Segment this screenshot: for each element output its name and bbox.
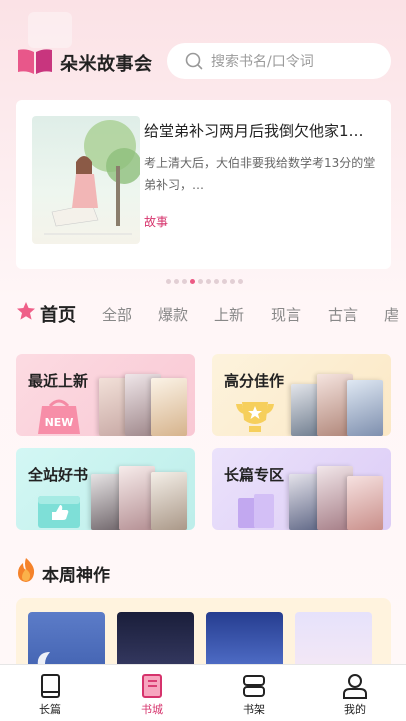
new-bag-icon: NEW (38, 399, 80, 434)
nav-label: 书架 (243, 703, 265, 716)
flame-icon (18, 558, 35, 582)
tab-ancient-romance[interactable]: 古言 (328, 304, 358, 325)
carousel-dot (166, 279, 171, 284)
category-book-covers (285, 366, 385, 436)
nav-label: 长篇 (39, 703, 61, 716)
carousel-dot (182, 279, 187, 284)
star-icon (17, 302, 35, 320)
nav-bookshelf[interactable]: 书架 (214, 665, 294, 721)
tab-hot[interactable]: 爆款 (158, 304, 188, 325)
category-label: 高分佳作 (224, 372, 285, 390)
carousel-dot-active (190, 279, 195, 284)
nav-bookstore[interactable]: 书城 (112, 665, 192, 721)
carousel-dot (174, 279, 179, 284)
bottom-navigation: 长篇 书城 书架 我的 (0, 664, 406, 721)
category-tabs: 首页 全部 爆款 上新 现言 古言 虐 (0, 298, 406, 330)
tab-all[interactable]: 全部 (102, 304, 132, 325)
category-card-top-rated[interactable]: 高分佳作 (212, 354, 391, 436)
nav-profile[interactable]: 我的 (315, 665, 395, 721)
bookstore-icon (142, 674, 162, 698)
category-label: 最近上新 (28, 372, 89, 390)
nav-label: 我的 (344, 703, 366, 716)
search-icon (185, 52, 203, 70)
category-card-latest[interactable]: 最近上新 NEW (16, 354, 195, 436)
carousel-dot (198, 279, 203, 284)
app-logo-icon (18, 49, 52, 74)
category-card-long-novels[interactable]: 长篇专区 (212, 448, 391, 530)
featured-book-title[interactable]: 给堂弟补习两月后我倒欠他家1… (144, 120, 380, 141)
weekly-section-title: 本周神作 (42, 566, 110, 586)
new-badge-text: NEW (45, 416, 74, 429)
carousel-dot (238, 279, 243, 284)
tab-angst[interactable]: 虐 (384, 304, 399, 325)
category-label: 长篇专区 (224, 466, 285, 484)
category-book-covers (89, 460, 189, 530)
carousel-dot (214, 279, 219, 284)
header: 朵米故事会 搜索书名/口令词 (0, 40, 406, 82)
thumbs-up-box-icon (38, 496, 80, 528)
search-placeholder: 搜索书名/口令词 (211, 54, 314, 70)
search-input[interactable]: 搜索书名/口令词 (167, 43, 391, 79)
featured-book-tag[interactable]: 故事 (144, 213, 168, 230)
featured-book-cover (32, 116, 140, 244)
category-card-site-best[interactable]: 全站好书 (16, 448, 195, 530)
app-title: 朵米故事会 (60, 54, 153, 75)
tab-home[interactable]: 首页 (40, 301, 76, 327)
books-stack-icon (238, 494, 274, 528)
trophy-icon (236, 402, 274, 432)
nav-long-novels[interactable]: 长篇 (10, 665, 90, 721)
tab-modern-romance[interactable]: 现言 (271, 304, 301, 325)
featured-book-description: 考上清大后，大伯非要我给数学考13分的堂弟补习，… (144, 156, 376, 192)
carousel-dot (230, 279, 235, 284)
profile-icon (343, 674, 367, 699)
category-book-covers (285, 460, 385, 530)
category-label: 全站好书 (28, 466, 89, 484)
featured-book-card[interactable]: 给堂弟补习两月后我倒欠他家1… 考上清大后，大伯非要我给数学考13分的堂弟补习，… (16, 100, 391, 269)
carousel-dot (222, 279, 227, 284)
book-icon (41, 674, 60, 698)
nav-label: 书城 (141, 703, 163, 716)
tab-new[interactable]: 上新 (214, 304, 244, 325)
category-book-covers (89, 366, 189, 436)
carousel-dot (206, 279, 211, 284)
carousel-indicator (166, 279, 243, 284)
bookshelf-icon (243, 675, 265, 697)
